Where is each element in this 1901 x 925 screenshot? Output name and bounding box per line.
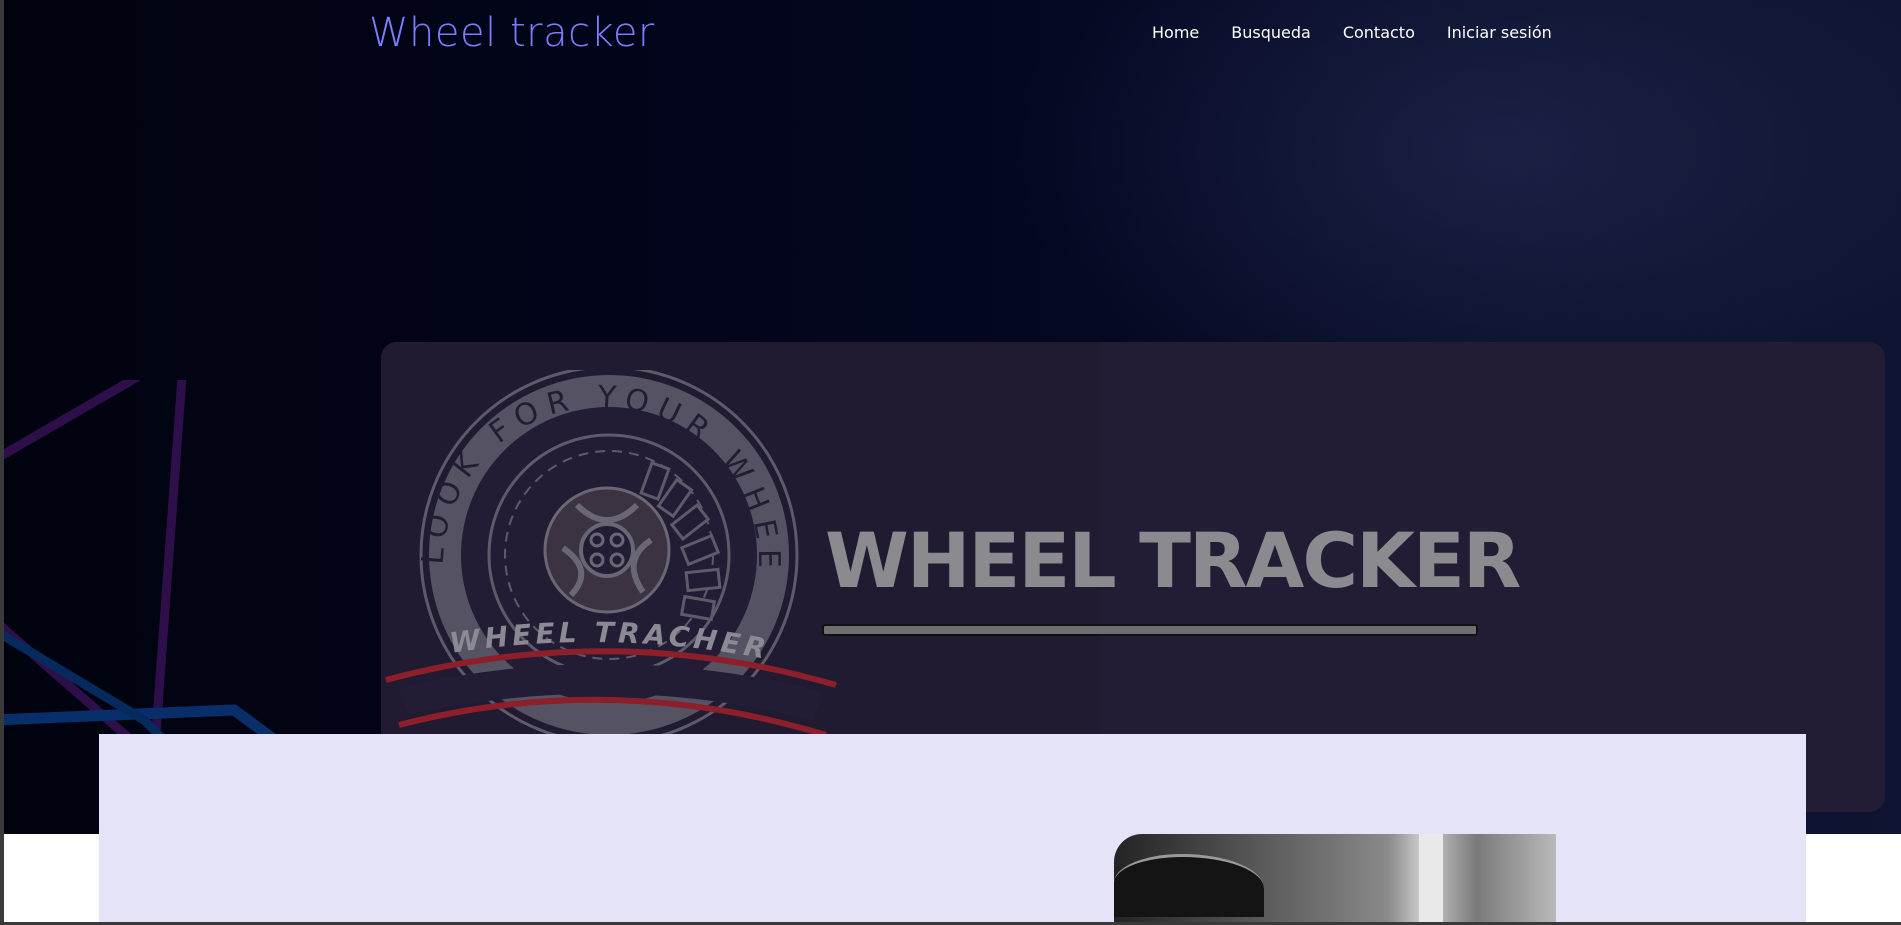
main-nav: Home Busqueda Contacto Iniciar sesión — [1152, 22, 1552, 44]
nav-link-busqueda[interactable]: Busqueda — [1231, 22, 1311, 44]
nav-link-iniciar-sesion[interactable]: Iniciar sesión — [1447, 22, 1552, 44]
browser-viewport: Wheel tracker Home Busqueda Contacto Ini… — [4, 0, 1901, 922]
brand-logo-link[interactable]: Wheel tracker — [369, 6, 655, 60]
car-roof-shape — [1114, 854, 1264, 917]
wheel-icon: LOOK FOR YOUR WHEELS — [381, 370, 837, 770]
logo-title: WHEEL TRACKER — [825, 516, 1521, 605]
logo-underline — [822, 624, 1478, 636]
car-garage-image — [1114, 834, 1556, 922]
garage-pillar — [1419, 834, 1443, 922]
nav-link-home[interactable]: Home — [1152, 22, 1199, 44]
nav-link-contacto[interactable]: Contacto — [1343, 22, 1415, 44]
hero-section: Wheel tracker Home Busqueda Contacto Ini… — [4, 0, 1901, 834]
